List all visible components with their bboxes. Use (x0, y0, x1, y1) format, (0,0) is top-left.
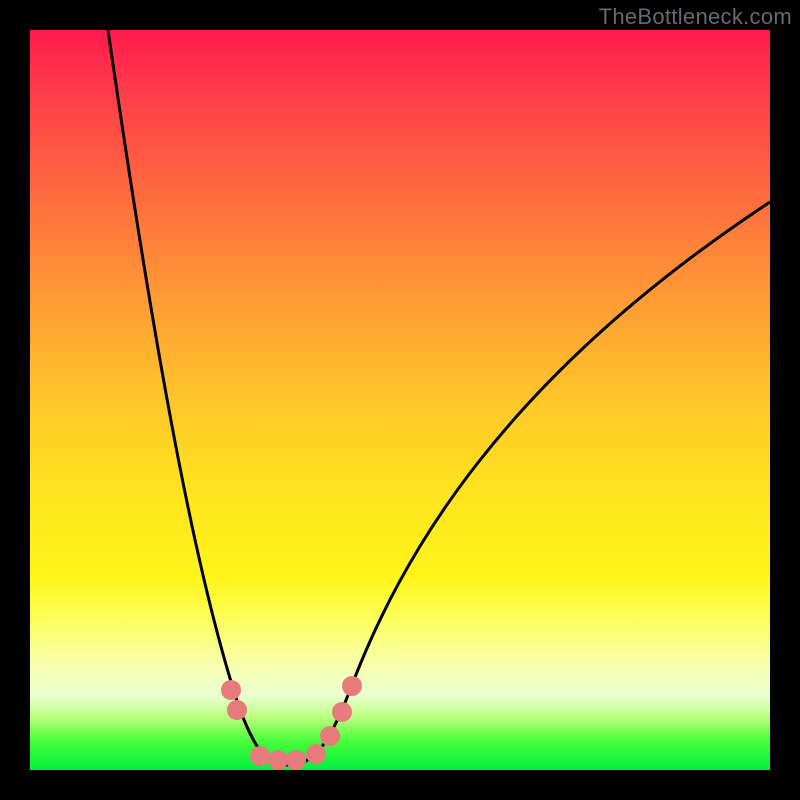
curve-marker (227, 700, 247, 720)
curve-svg (30, 30, 770, 770)
plot-area (30, 30, 770, 770)
curve-marker (342, 676, 362, 696)
curve-marker (320, 726, 340, 746)
curve-marker (286, 750, 306, 770)
curve-marker (250, 746, 270, 766)
marker-group (221, 676, 362, 770)
main-curve (108, 30, 770, 765)
chart-frame: TheBottleneck.com (0, 0, 800, 800)
curve-marker (221, 680, 241, 700)
curve-marker (332, 702, 352, 722)
watermark-text: TheBottleneck.com (599, 4, 792, 30)
curve-marker (306, 744, 326, 764)
curve-marker (268, 750, 288, 770)
